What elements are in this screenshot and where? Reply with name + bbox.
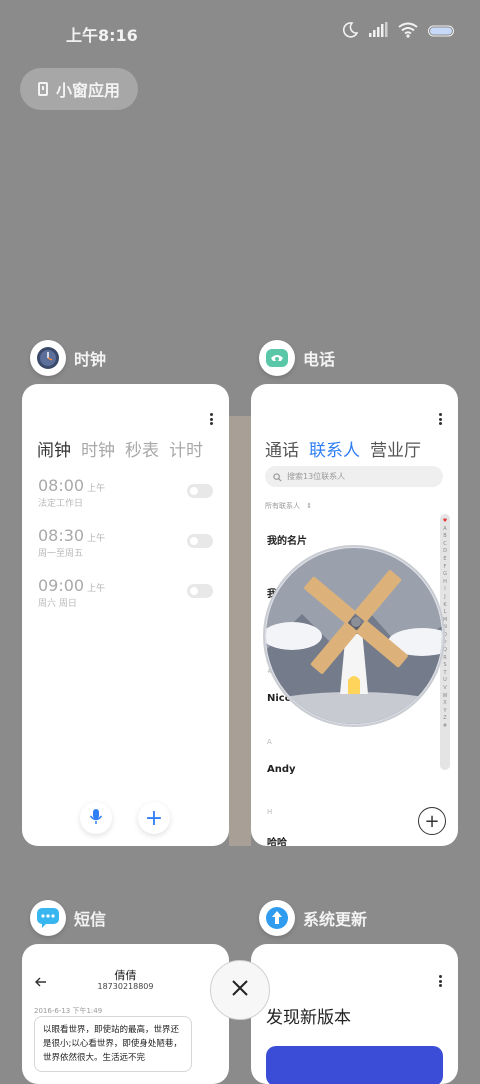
- alarm-ampm: 上午: [87, 534, 106, 544]
- update-banner: [266, 1046, 443, 1084]
- phone-tabs: 通话 联系人 营业厅: [265, 436, 421, 461]
- floating-window-apps-button[interactable]: 小窗应用: [20, 68, 138, 110]
- section-header-h: H: [267, 808, 273, 816]
- microphone-icon: [89, 806, 103, 831]
- tab-service-hall[interactable]: 营业厅: [370, 436, 421, 461]
- tab-alarm[interactable]: 闹钟: [37, 436, 71, 461]
- add-alarm-button[interactable]: +: [138, 802, 170, 834]
- status-time: 上午8:16: [66, 26, 138, 45]
- plus-icon: +: [144, 805, 164, 831]
- alarm-item[interactable]: 08:30 上午 周一至周五: [38, 526, 105, 559]
- alarm-repeat: 周六 周日: [38, 599, 77, 609]
- clock-tabs: 闹钟 时钟 秒表 计时: [37, 436, 203, 461]
- system-update-app-icon: [259, 900, 295, 936]
- message-bubble[interactable]: 以眼看世界，即使站的最高，世界还是很小;以心看世界，即使身处陋巷，世界依然很大。…: [34, 1016, 192, 1072]
- alarm-time: 09:00: [38, 576, 85, 595]
- phone-more-menu-icon[interactable]: [439, 413, 442, 425]
- alarm-toggle[interactable]: [187, 584, 213, 598]
- alarm-time: 08:30: [38, 526, 85, 545]
- add-contact-button[interactable]: +: [418, 807, 446, 835]
- alarm-item[interactable]: 08:00 上午 法定工作日: [38, 476, 105, 509]
- contacts-filter[interactable]: 所有联系人 ⇕: [265, 501, 312, 511]
- windmill-floating-ball[interactable]: [262, 544, 446, 728]
- clear-all-button[interactable]: [210, 960, 270, 1020]
- tab-timer[interactable]: 计时: [169, 436, 203, 461]
- do-not-disturb-moon-icon: [342, 22, 359, 42]
- close-icon: [231, 979, 249, 1001]
- conversation-contact-number: 18730218809: [97, 982, 154, 991]
- index-letter[interactable]: B: [443, 533, 446, 541]
- messages-app-icon: [30, 900, 66, 936]
- tab-stopwatch[interactable]: 秒表: [125, 436, 159, 461]
- search-placeholder: 搜索13位联系人: [287, 472, 346, 481]
- message-timestamp: 2016-6-13 下午1:49: [34, 1007, 103, 1015]
- system-update-app-name: 系统更新: [303, 910, 368, 929]
- contacts-search-bar[interactable]: 搜索13位联系人: [265, 466, 443, 487]
- index-letter[interactable]: A: [443, 526, 446, 534]
- update-more-menu-icon[interactable]: [439, 975, 442, 987]
- messages-app-header[interactable]: 短信: [30, 900, 106, 936]
- battery-icon: [428, 23, 456, 42]
- voice-alarm-button[interactable]: [80, 802, 112, 834]
- phone-app-name: 电话: [303, 350, 336, 369]
- tab-calls[interactable]: 通话: [265, 436, 299, 461]
- clock-more-menu-icon[interactable]: [210, 413, 213, 425]
- conversation-contact-name: 倩倩: [114, 969, 137, 982]
- clock-app-card[interactable]: 闹钟 时钟 秒表 计时 08:00 上午 法定工作日 08:30 上午 周一至周五 …: [22, 384, 229, 846]
- clock-app-name: 时钟: [74, 350, 107, 369]
- wifi-icon: [398, 22, 418, 42]
- floating-window-label: 小窗应用: [56, 81, 121, 100]
- phone-app-header[interactable]: 电话: [259, 340, 335, 376]
- section-header-a: A: [267, 738, 272, 746]
- filter-arrow-icon: ⇕: [306, 502, 313, 510]
- floating-window-icon: [38, 82, 48, 96]
- alarm-repeat: 周一至周五: [38, 549, 84, 559]
- alarm-time: 08:00: [38, 476, 85, 495]
- alarm-ampm: 上午: [87, 484, 106, 494]
- clock-app-icon: [30, 340, 66, 376]
- filter-label: 所有联系人: [265, 502, 300, 510]
- tab-clock[interactable]: 时钟: [81, 436, 115, 461]
- messages-app-card[interactable]: 倩倩 18730218809 2016-6-13 下午1:49 以眼看世界，即使…: [22, 944, 229, 1084]
- new-version-headline: 发现新版本: [266, 1008, 351, 1028]
- messages-app-name: 短信: [74, 910, 107, 929]
- contact-andy[interactable]: Andy: [267, 764, 296, 775]
- phone-app-icon: [259, 340, 295, 376]
- status-bar: 上午8:16: [0, 0, 480, 64]
- tab-contacts[interactable]: 联系人: [309, 436, 360, 461]
- status-icons: [342, 22, 456, 42]
- contact-haha[interactable]: 哈哈: [267, 834, 287, 846]
- plus-icon: +: [424, 810, 440, 832]
- alarm-repeat: 法定工作日: [38, 499, 84, 509]
- alarm-toggle[interactable]: [187, 484, 213, 498]
- signal-strength-icon: [368, 22, 388, 42]
- system-update-app-card[interactable]: 发现新版本: [251, 944, 458, 1084]
- alarm-item[interactable]: 09:00 上午 周六 周日: [38, 576, 105, 609]
- alarm-toggle[interactable]: [187, 534, 213, 548]
- background-app-peek: [229, 416, 251, 846]
- index-letter[interactable]: ♥: [443, 518, 447, 526]
- system-update-app-header[interactable]: 系统更新: [259, 900, 367, 936]
- clock-app-header[interactable]: 时钟: [30, 340, 106, 376]
- search-icon: [273, 467, 282, 486]
- alarm-ampm: 上午: [87, 584, 106, 594]
